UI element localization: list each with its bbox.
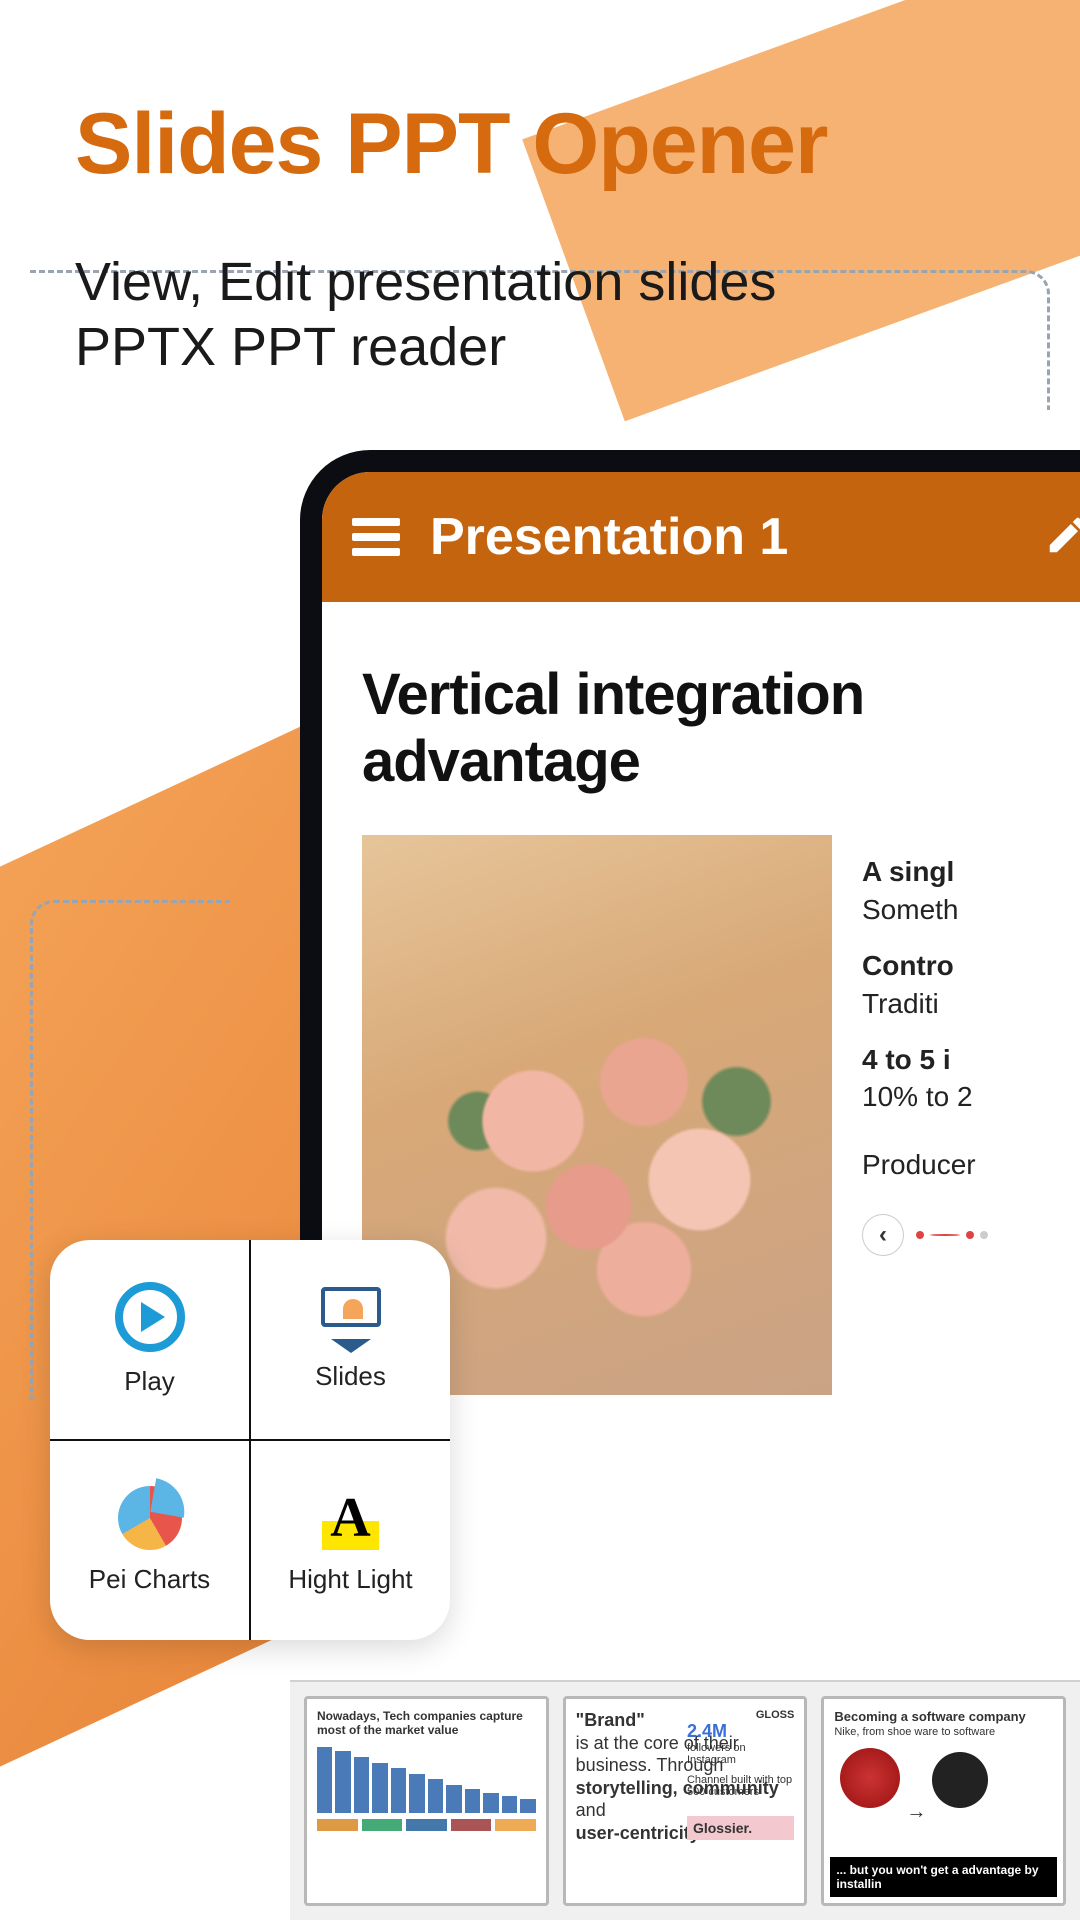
side-line-3: 10% to 2 — [862, 1078, 1080, 1116]
slide-side-text: A singl Someth Contro Traditi 4 to 5 i 1… — [862, 835, 1080, 1256]
slide-heading: Vertical integration advantage — [362, 662, 1080, 795]
thumbnail-3[interactable]: Becoming a software company Nike, from s… — [821, 1696, 1066, 1906]
side-line-1: Someth — [862, 891, 1080, 929]
thumb3-sub: Nike, from shoe ware to software — [834, 1726, 1053, 1738]
producer-label: Producer — [862, 1146, 1080, 1184]
thumbnail-1[interactable]: Nowadays, Tech companies capture most of… — [304, 1696, 549, 1906]
thumbnail-2[interactable]: "Brand" is at the core of their business… — [563, 1696, 808, 1906]
thumb1-title: Nowadays, Tech companies capture most of… — [317, 1709, 536, 1737]
feature-play[interactable]: Play — [50, 1240, 250, 1440]
thumb1-legend — [317, 1819, 536, 1831]
side-heading-1: A singl — [862, 853, 1080, 891]
page-title: Slides PPT Opener — [75, 95, 827, 194]
edit-pencil-icon[interactable] — [1044, 512, 1080, 563]
thumb1-bar-chart — [317, 1743, 536, 1813]
app-header: Presentation 1 — [322, 472, 1080, 602]
producer-nav: ‹ — [862, 1214, 1080, 1256]
nav-prev-button[interactable]: ‹ — [862, 1214, 904, 1256]
side-heading-2: Contro — [862, 947, 1080, 985]
feature-pie-charts[interactable]: Pei Charts — [50, 1440, 250, 1640]
thumb3-title: Becoming a software company — [834, 1709, 1053, 1724]
thumb2-stats: GLOSS 2.4M followers on Instagram Channe… — [687, 1709, 794, 1840]
feature-highlight[interactable]: A Hight Light — [250, 1440, 450, 1640]
thumb3-footer: ... but you won't get a advantage by ins… — [830, 1857, 1057, 1897]
document-title: Presentation 1 — [430, 507, 1014, 567]
subtitle-line-2: PPTX PPT reader — [75, 315, 776, 380]
side-heading-3: 4 to 5 i — [862, 1041, 1080, 1079]
pie-chart-icon — [118, 1486, 182, 1550]
highlight-icon: A — [322, 1486, 378, 1550]
chevron-left-icon: ‹ — [879, 1219, 887, 1251]
feature-slides[interactable]: Slides — [250, 1240, 450, 1440]
slides-icon — [316, 1287, 386, 1347]
side-line-2: Traditi — [862, 985, 1080, 1023]
feature-highlight-label: Hight Light — [288, 1564, 412, 1595]
feature-pie-label: Pei Charts — [89, 1564, 210, 1595]
play-icon — [115, 1282, 185, 1352]
feature-slides-label: Slides — [315, 1361, 386, 1392]
subtitle-line-1: View, Edit presentation slides — [75, 250, 776, 315]
hamburger-menu-icon[interactable] — [352, 518, 400, 556]
slide-thumbnail-strip: Nowadays, Tech companies capture most of… — [290, 1680, 1080, 1920]
thumb3-graphic: → — [834, 1738, 1053, 1824]
page-subtitle: View, Edit presentation slides PPTX PPT … — [75, 250, 776, 380]
feature-play-label: Play — [124, 1366, 175, 1397]
feature-grid: Play Slides Pei Charts A Hight Light — [50, 1240, 450, 1640]
nav-dots — [916, 1231, 988, 1239]
